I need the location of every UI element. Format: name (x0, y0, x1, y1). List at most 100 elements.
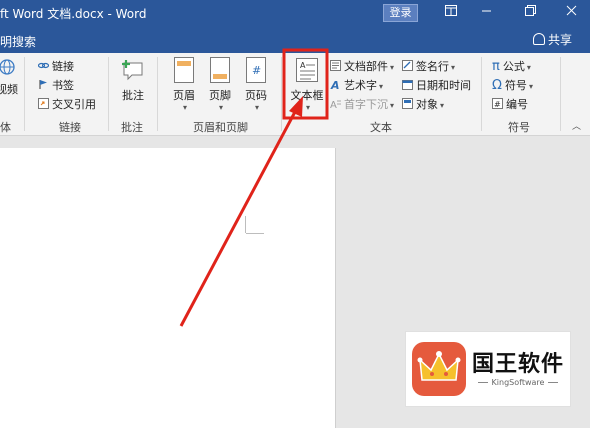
omega-icon: Ω (492, 78, 502, 93)
symbol-label: 符号 (504, 79, 527, 92)
footer-label: 页脚 (209, 89, 231, 102)
quick-parts-label: 文档部件 (344, 60, 388, 73)
comment-button[interactable]: 批注 (116, 57, 150, 103)
link-button[interactable]: 链接 (38, 58, 74, 75)
symbols-group-label: 符号 (508, 121, 530, 134)
signature-line-icon (402, 60, 413, 71)
wordart-label: 艺术字 (344, 79, 377, 92)
chevron-down-icon: ▾ (528, 82, 533, 91)
online-video-label: 视频 (0, 83, 18, 96)
tell-me-bar: 明搜索 共享 (0, 26, 590, 53)
page-number-button[interactable]: # 页码 ▾ (239, 57, 273, 112)
date-time-button[interactable]: 日期和时间 (402, 77, 471, 94)
group-divider (481, 57, 482, 131)
media-group-label: 体 (0, 121, 11, 134)
numbering-button[interactable]: # 编号 (492, 96, 528, 113)
wordart-button[interactable]: A 艺术字 ▾ (330, 77, 383, 94)
svg-text:A: A (300, 61, 306, 70)
crown-logo-icon (412, 342, 466, 396)
bookmark-label: 书签 (52, 79, 74, 92)
svg-text:A: A (330, 100, 337, 109)
pi-icon: π (492, 59, 500, 74)
chevron-down-icon: ▾ (379, 82, 384, 91)
document-page[interactable] (0, 148, 336, 428)
new-comment-icon (122, 60, 143, 81)
collapse-ribbon-icon[interactable]: ︿ (572, 119, 581, 136)
share-button[interactable]: 共享 (532, 31, 572, 48)
footer-button[interactable]: 页脚 ▾ (203, 57, 237, 112)
kingsoftware-watermark: 国王软件 KingSoftware (405, 331, 571, 407)
cross-reference-icon (38, 98, 49, 109)
numbering-icon: # (492, 98, 503, 109)
drop-cap-label: 首字下沉 (344, 98, 388, 111)
restore-icon[interactable] (520, 3, 540, 23)
person-icon (532, 33, 545, 45)
wordart-icon: A (330, 79, 340, 90)
title-bar: ft Word 文档.docx - Word 登录 (0, 0, 590, 26)
watermark-name: 国王软件 (472, 352, 565, 377)
drop-cap-icon: A (330, 100, 341, 109)
group-divider (24, 57, 25, 131)
chevron-down-icon: ▾ (390, 101, 395, 110)
numbering-label: 编号 (506, 98, 528, 111)
bookmark-button[interactable]: 书签 (38, 77, 74, 94)
link-label: 链接 (52, 60, 74, 73)
page-number-label: 页码 (245, 89, 267, 102)
flag-icon (39, 80, 47, 89)
insert-ribbon: 视频 体 链接 书签 交叉引用 链接 批注 批注 页眉 ▾ 页脚 ▾ # 页码 ▾ 页… (0, 53, 590, 136)
watermark-sub: KingSoftware (472, 378, 564, 387)
chevron-down-icon: ▾ (182, 103, 187, 112)
footer-icon (210, 57, 230, 83)
group-divider (281, 57, 282, 131)
group-divider (108, 57, 109, 131)
equation-button[interactable]: π 公式 ▾ (492, 58, 531, 75)
links-group-label: 链接 (59, 121, 81, 134)
chevron-down-icon: ▾ (218, 103, 223, 112)
object-icon (402, 98, 413, 109)
close-icon[interactable] (561, 3, 581, 23)
link-icon (38, 62, 49, 69)
cross-reference-label: 交叉引用 (52, 98, 96, 111)
chevron-down-icon: ▾ (254, 103, 259, 112)
textbox-icon: A (296, 58, 318, 82)
date-time-label: 日期和时间 (416, 79, 471, 92)
svg-text:A: A (330, 79, 340, 90)
cross-reference-button[interactable]: 交叉引用 (38, 96, 96, 113)
tell-me-search[interactable]: 明搜索 (0, 33, 36, 50)
comment-label: 批注 (122, 89, 144, 102)
page-number-icon: # (246, 57, 266, 83)
online-video-button[interactable]: 视频 (0, 57, 22, 97)
ribbon-display-options-icon[interactable] (441, 3, 461, 23)
comments-group-label: 批注 (121, 121, 143, 134)
calendar-icon (402, 80, 413, 90)
header-button[interactable]: 页眉 ▾ (167, 57, 201, 112)
object-label: 对象 (416, 98, 438, 111)
signature-line-button[interactable]: 签名行 ▾ (402, 58, 455, 75)
signature-line-label: 签名行 (416, 60, 449, 73)
header-icon (174, 57, 194, 83)
chevron-down-icon: ▾ (440, 101, 445, 110)
symbol-button[interactable]: Ω 符号 ▾ (492, 77, 533, 94)
chevron-down-icon: ▾ (305, 103, 310, 112)
minimize-icon[interactable] (476, 3, 496, 23)
login-button[interactable]: 登录 (383, 4, 418, 22)
margin-marker (246, 233, 264, 234)
equation-label: 公式 (502, 60, 525, 73)
chevron-down-icon: ▾ (526, 63, 531, 72)
header-footer-group-label: 页眉和页脚 (193, 121, 248, 134)
quick-parts-button[interactable]: 文档部件 ▾ (330, 58, 394, 75)
quick-parts-icon (330, 60, 341, 71)
chevron-down-icon: ▾ (451, 63, 456, 72)
drop-cap-button[interactable]: A 首字下沉 ▾ (330, 96, 394, 113)
header-label: 页眉 (173, 89, 195, 102)
globe-icon (0, 59, 15, 75)
group-divider (560, 57, 561, 131)
group-divider (157, 57, 158, 131)
svg-text:#: # (494, 100, 501, 109)
share-label: 共享 (547, 33, 572, 47)
chevron-down-icon: ▾ (390, 63, 395, 72)
text-group-label: 文本 (370, 121, 392, 134)
textbox-label: 文本框 (290, 89, 324, 102)
textbox-button[interactable]: A 文本框 ▾ (287, 57, 327, 112)
object-button[interactable]: 对象 ▾ (402, 96, 444, 113)
